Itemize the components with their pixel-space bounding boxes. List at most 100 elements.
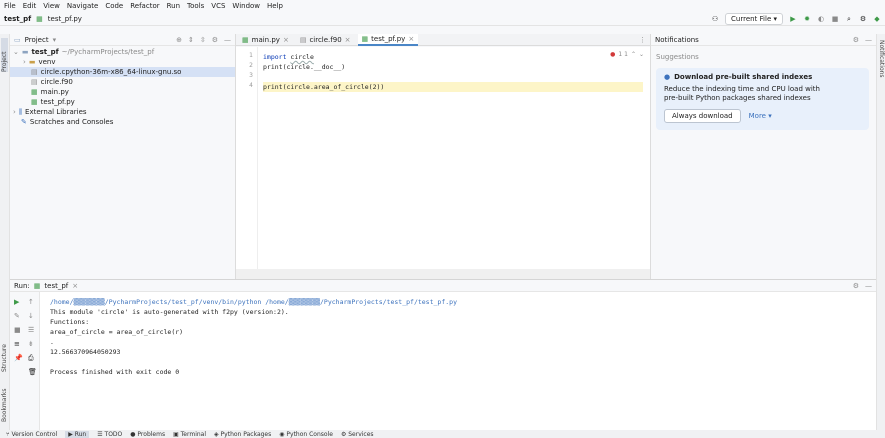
hide-icon[interactable]: — xyxy=(865,282,872,290)
gear-icon[interactable]: ⚙ xyxy=(212,36,218,44)
chevron-up-icon[interactable]: ⌃ xyxy=(631,51,636,58)
more-tabs-icon[interactable]: ⋮ xyxy=(639,36,650,44)
layout-icon[interactable]: ≡ xyxy=(14,340,20,348)
tree-item-venv[interactable]: › ▬ venv xyxy=(10,57,235,67)
always-download-button[interactable]: Always download xyxy=(664,109,741,123)
left-tool-strip: Project Structure Bookmarks xyxy=(0,34,10,430)
close-icon[interactable]: × xyxy=(72,282,78,290)
tree-item-main[interactable]: ▦ main.py xyxy=(10,87,235,97)
tab-main[interactable]: ▦ main.py × xyxy=(238,34,293,46)
scroll-end-icon[interactable]: ⇟ xyxy=(28,340,34,348)
run-tab[interactable]: test_pf xyxy=(44,282,68,290)
tree-item-so[interactable]: ▤ circle.cpython-36m-x86_64-linux-gnu.so xyxy=(10,67,235,77)
folder-icon: ▬ xyxy=(21,48,29,56)
gear-icon[interactable]: ⚙ xyxy=(853,36,859,44)
terminal-tab[interactable]: ▣ Terminal xyxy=(173,431,206,438)
inspection-widget[interactable]: ● 1 1 ⌃ ⌄ xyxy=(610,51,644,58)
expand-icon[interactable]: ⇳ xyxy=(200,36,206,44)
menu-vcs[interactable]: VCS xyxy=(211,2,225,10)
tree-item-external[interactable]: › ⫼ External Libraries xyxy=(10,107,235,117)
delete-icon[interactable]: 🗑 xyxy=(28,368,37,376)
menu-tools[interactable]: Tools xyxy=(187,2,204,10)
card-body: Reduce the indexing time and CPU load wi… xyxy=(664,85,861,103)
problems-tab[interactable]: ● Problems xyxy=(130,431,165,438)
debug-icon[interactable]: ✹ xyxy=(803,15,811,23)
wrench-icon[interactable]: ✎ xyxy=(14,312,20,320)
run-icon[interactable]: ▶ xyxy=(789,15,797,23)
tree-item-test[interactable]: ▦ test_pf.py xyxy=(10,97,235,107)
horizontal-scrollbar[interactable] xyxy=(236,269,650,279)
more-label: More xyxy=(748,112,766,120)
collapse-icon[interactable]: ⇕ xyxy=(188,36,194,44)
menu-run[interactable]: Run xyxy=(167,2,180,10)
output-line: /home/▒▒▒▒▒▒▒▒/PycharmProjects/test_pf/v… xyxy=(50,298,457,306)
tab-label: Python Packages xyxy=(220,430,272,438)
search-icon[interactable]: ⌕ xyxy=(845,15,853,23)
notifications-tool-button[interactable]: Notifications xyxy=(878,40,885,90)
services-tab[interactable]: ⚙ Services xyxy=(341,431,374,438)
hide-icon[interactable]: — xyxy=(865,36,872,44)
down-icon[interactable]: ↓ xyxy=(28,312,34,320)
up-icon[interactable]: ↑ xyxy=(28,298,34,306)
gear-icon[interactable]: ⚙ xyxy=(853,282,859,290)
hide-icon[interactable]: — xyxy=(224,36,231,44)
project-tool-button[interactable]: Project xyxy=(1,38,8,72)
file-icon: ▤ xyxy=(31,68,38,76)
rerun-icon[interactable]: ▶ xyxy=(14,298,19,306)
code-editor[interactable]: 1 2 3 4 import circle print(circle.__doc… xyxy=(236,47,650,279)
close-icon[interactable]: × xyxy=(283,36,289,44)
python-packages-tab[interactable]: ◈ Python Packages xyxy=(214,431,271,438)
tree-root[interactable]: ⌄ ▬ test_pf ~/PycharmProjects/test_pf xyxy=(10,47,235,57)
menu-help[interactable]: Help xyxy=(267,2,283,10)
breadcrumb-project[interactable]: test_pf xyxy=(4,15,31,23)
locate-icon[interactable]: ⊕ xyxy=(176,36,182,44)
menu-file[interactable]: File xyxy=(4,2,16,10)
plugin-icon[interactable]: ◆ xyxy=(873,15,881,23)
menu-edit[interactable]: Edit xyxy=(23,2,37,10)
notifications-title: Notifications xyxy=(655,35,699,44)
python-file-icon: ▦ xyxy=(36,14,43,23)
more-link[interactable]: More ▾ xyxy=(749,112,772,120)
version-control-tab[interactable]: ⑂ Version Control xyxy=(6,431,57,438)
menu-bar: File Edit View Navigate Code Refactor Ru… xyxy=(0,0,885,12)
card-title-row: ● Download pre-built shared indexes xyxy=(664,73,861,81)
chevron-right-icon[interactable]: › xyxy=(13,108,16,116)
soft-wrap-icon[interactable]: ☰ xyxy=(28,326,34,334)
close-icon[interactable]: × xyxy=(345,36,351,44)
tab-label: Services xyxy=(348,430,374,438)
tab-test-pf[interactable]: ▦ test_pf.py × xyxy=(357,33,419,46)
menu-view[interactable]: View xyxy=(43,2,60,10)
tree-item-f90[interactable]: ▤ circle.f90 xyxy=(10,77,235,87)
menu-refactor[interactable]: Refactor xyxy=(130,2,159,10)
chevron-down-icon[interactable]: ⌄ xyxy=(639,51,644,58)
project-view-label[interactable]: Project xyxy=(25,36,49,44)
stop-icon[interactable]: ■ xyxy=(14,326,21,334)
chevron-down-icon[interactable]: ⌄ xyxy=(13,48,19,56)
line-number: 4 xyxy=(249,82,253,89)
breadcrumb-file[interactable]: test_pf.py xyxy=(48,15,82,23)
tree-item-scratches[interactable]: ✎ Scratches and Consoles xyxy=(10,117,235,127)
close-icon[interactable]: × xyxy=(408,35,414,43)
menu-navigate[interactable]: Navigate xyxy=(67,2,98,10)
settings-icon[interactable]: ⚙ xyxy=(859,15,867,23)
menu-window[interactable]: Window xyxy=(232,2,260,10)
coverage-icon[interactable]: ◐ xyxy=(817,15,825,23)
menu-code[interactable]: Code xyxy=(105,2,123,10)
module-name: circle xyxy=(290,53,314,61)
pin-icon[interactable]: 📌 xyxy=(14,354,23,362)
run-tool-tab[interactable]: ▶ Run xyxy=(65,430,90,438)
print-icon[interactable]: ⎙ xyxy=(28,354,34,363)
todo-tab[interactable]: ☰ TODO xyxy=(97,431,122,438)
user-icon[interactable]: ⚇ xyxy=(711,15,719,23)
tab-circle-f90[interactable]: ▤ circle.f90 × xyxy=(296,34,355,46)
stop-icon[interactable]: ■ xyxy=(831,15,839,23)
python-console-tab[interactable]: ◉ Python Console xyxy=(279,431,333,438)
chevron-right-icon[interactable]: › xyxy=(23,58,26,66)
structure-tool-button[interactable]: Structure xyxy=(1,332,8,372)
chevron-down-icon[interactable]: ▾ xyxy=(53,36,57,44)
code-area[interactable]: import circle print(circle.__doc__) prin… xyxy=(263,52,643,92)
run-output[interactable]: /home/▒▒▒▒▒▒▒▒/PycharmProjects/test_pf/v… xyxy=(50,297,870,377)
bookmarks-tool-button[interactable]: Bookmarks xyxy=(1,380,8,422)
run-config-select[interactable]: Current File ▾ xyxy=(725,13,783,25)
